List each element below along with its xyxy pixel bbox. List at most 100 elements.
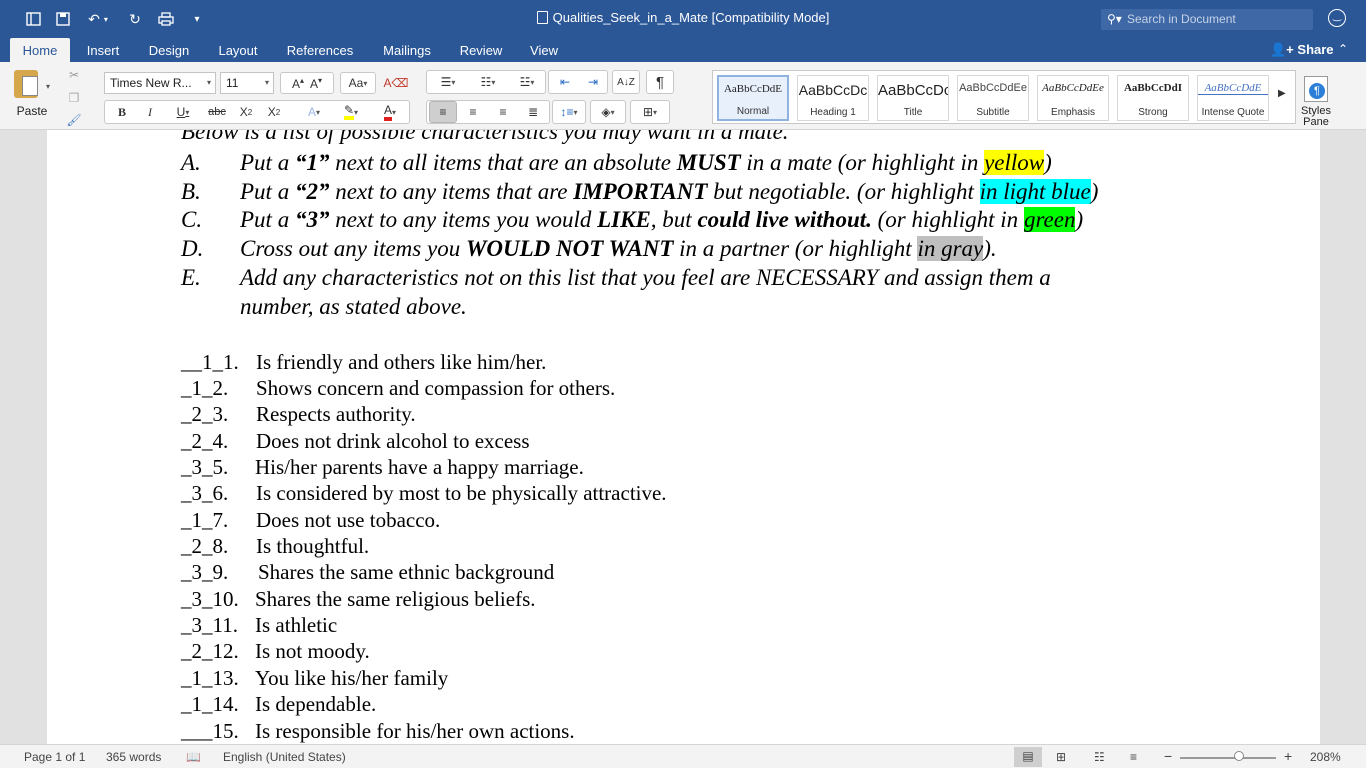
cut-icon[interactable]: ✂ — [64, 66, 84, 84]
shading-button[interactable]: ◈ ▾ — [590, 100, 626, 124]
share-button[interactable]: 👤+ Share — [1270, 38, 1334, 62]
underline-button[interactable]: U ▾ — [165, 101, 201, 123]
tab-references[interactable]: References — [280, 38, 360, 62]
clipboard-icon — [14, 70, 38, 98]
change-case-button[interactable]: Aa ▾ — [340, 72, 376, 94]
text-effects-icon[interactable]: A ▾ — [299, 101, 329, 123]
style-subtitle[interactable]: AaBbCcDdEe Subtitle — [957, 75, 1029, 121]
zoom-slider-thumb[interactable] — [1234, 751, 1244, 761]
highlight-light-blue: in light blue — [979, 179, 1091, 204]
sort-button[interactable]: A↓Z — [612, 70, 640, 94]
format-painter-icon[interactable]: 🖌 — [64, 111, 84, 129]
highlighter-icon: ✎ — [343, 104, 355, 120]
zoom-out-button[interactable]: − — [1164, 748, 1172, 764]
instruction-e-continued: number, as stated above. — [240, 294, 467, 319]
shrink-font-icon[interactable]: A▾ — [310, 76, 322, 91]
style-emphasis[interactable]: AaBbCcDdEe Emphasis — [1037, 75, 1109, 121]
draft-view-icon[interactable]: ≡ — [1130, 750, 1137, 764]
change-case-icon: Aa — [348, 76, 364, 90]
styles-pane-icon — [1304, 76, 1328, 102]
align-left-button[interactable]: ≡ — [429, 101, 457, 123]
page-count[interactable]: Page 1 of 1 — [24, 750, 85, 764]
style-heading-1[interactable]: AaBbCcDc Heading 1 — [797, 75, 869, 121]
line-spacing-button[interactable]: ↕≡ ▾ — [552, 100, 586, 124]
style-intense-quote[interactable]: AaBbCcDdE Intense Quote — [1197, 75, 1269, 121]
font-format-group: B I U ▾ abc X2 X2 A ▾ ✎ ▾ A ▾ — [104, 100, 410, 124]
multilevel-list-button[interactable]: ☳ ▾ — [509, 71, 545, 93]
style-normal[interactable]: AaBbCcDdE Normal — [717, 75, 789, 121]
align-right-button[interactable]: ≡ — [489, 101, 517, 123]
add-person-icon: 👤+ — [1270, 42, 1294, 57]
bullets-button[interactable]: ☰ ▾ — [429, 71, 467, 93]
print-layout-icon[interactable]: ▤ — [1014, 747, 1042, 767]
font-name-field[interactable]: Times New R... ▾ — [104, 72, 216, 94]
tab-review[interactable]: Review — [452, 38, 510, 62]
style-strong[interactable]: AaBbCcDdI Strong — [1117, 75, 1189, 121]
collapse-ribbon-icon[interactable]: ⌃ — [1338, 38, 1348, 62]
tab-insert[interactable]: Insert — [78, 38, 128, 62]
grow-font-icon[interactable]: A▴ — [292, 76, 304, 91]
title-bar: ↶ ▾ ↻ ▾ Qualities_Seek_in_a_Mate [Compati… — [0, 0, 1366, 38]
styles-gallery: AaBbCcDdE Normal AaBbCcDc Heading 1 AaBb… — [712, 70, 1296, 124]
document-icon — [536, 11, 548, 24]
highlight-color-button[interactable]: ✎ ▾ — [333, 101, 369, 123]
chevron-down-icon: ▾ — [206, 78, 211, 87]
multilevel-list-icon: ☳ — [519, 75, 531, 89]
alignment-group: ≡ ≡ ≡ ≣ — [426, 100, 550, 124]
search-input[interactable]: ⚲▾ Search in Document — [1101, 9, 1313, 30]
highlight-green: green — [1023, 207, 1076, 232]
copy-icon[interactable]: ❐ — [64, 89, 84, 107]
zoom-in-button[interactable]: + — [1284, 748, 1292, 764]
bullet-list-icon: ☰ — [440, 75, 452, 89]
feedback-smiley-icon[interactable]: ‿ — [1328, 9, 1346, 27]
styles-pane-button[interactable]: Styles Pane — [1298, 70, 1334, 128]
align-center-icon: ≡ — [469, 105, 477, 119]
tab-layout[interactable]: Layout — [210, 38, 266, 62]
web-layout-icon[interactable]: ⊞ — [1056, 750, 1066, 764]
font-color-button[interactable]: A ▾ — [373, 101, 407, 123]
bold-button[interactable]: B — [109, 101, 135, 123]
line-spacing-icon: ↕≡ — [560, 105, 574, 119]
document-canvas[interactable]: Below is a list of possible characterist… — [0, 130, 1366, 744]
indent-group: ⇤ ⇥ — [548, 70, 608, 94]
increase-indent-icon[interactable]: ⇥ — [579, 71, 607, 93]
highlight-gray: in gray — [917, 236, 984, 261]
sort-icon: A↓Z — [617, 76, 635, 88]
status-bar: Page 1 of 1 365 words 📖 English (United … — [0, 744, 1366, 768]
zoom-level[interactable]: 208% — [1310, 750, 1341, 764]
language-status[interactable]: English (United States) — [223, 750, 346, 764]
tab-design[interactable]: Design — [142, 38, 196, 62]
borders-button[interactable]: ⊞ ▾ — [630, 100, 670, 124]
align-left-icon: ≡ — [439, 105, 447, 119]
ribbon-tab-bar: Home Insert Design Layout References Mai… — [0, 38, 1366, 62]
paint-bucket-icon: ◈ — [601, 105, 611, 119]
paste-dropdown-icon[interactable]: ▾ — [46, 82, 50, 91]
justify-button[interactable]: ≣ — [519, 101, 547, 123]
word-count[interactable]: 365 words — [106, 750, 161, 764]
borders-icon: ⊞ — [642, 105, 654, 119]
zoom-slider[interactable] — [1180, 757, 1276, 759]
italic-button[interactable]: I — [137, 101, 163, 123]
paste-button[interactable]: ▾ Paste — [10, 68, 56, 120]
subscript-button[interactable]: X2 — [233, 101, 259, 123]
outline-view-icon[interactable]: ☷ — [1094, 750, 1105, 764]
numbered-list-icon: ☷ — [480, 75, 492, 89]
list-group: ☰ ▾ ☷ ▾ ☳ ▾ — [426, 70, 546, 94]
numbering-button[interactable]: ☷ ▾ — [469, 71, 507, 93]
decrease-indent-icon[interactable]: ⇤ — [551, 71, 579, 93]
search-icon: ⚲▾ — [1107, 12, 1122, 26]
align-right-icon: ≡ — [499, 105, 507, 119]
tab-view[interactable]: View — [522, 38, 566, 62]
gallery-expand-icon[interactable]: ▶ — [1278, 88, 1286, 99]
proofing-icon[interactable]: 📖 — [186, 750, 201, 764]
superscript-button[interactable]: X2 — [261, 101, 287, 123]
intro-text: Below is a list of possible characterist… — [181, 130, 789, 144]
clear-formatting-icon[interactable]: A⌫ — [382, 72, 410, 94]
tab-mailings[interactable]: Mailings — [374, 38, 440, 62]
show-formatting-button[interactable]: ¶ — [646, 70, 674, 94]
font-size-field[interactable]: 11 ▾ — [220, 72, 274, 94]
strikethrough-button[interactable]: abc — [203, 101, 231, 123]
tab-home[interactable]: Home — [10, 38, 70, 62]
align-center-button[interactable]: ≡ — [459, 101, 487, 123]
style-title[interactable]: AaBbCcDc Title — [877, 75, 949, 121]
